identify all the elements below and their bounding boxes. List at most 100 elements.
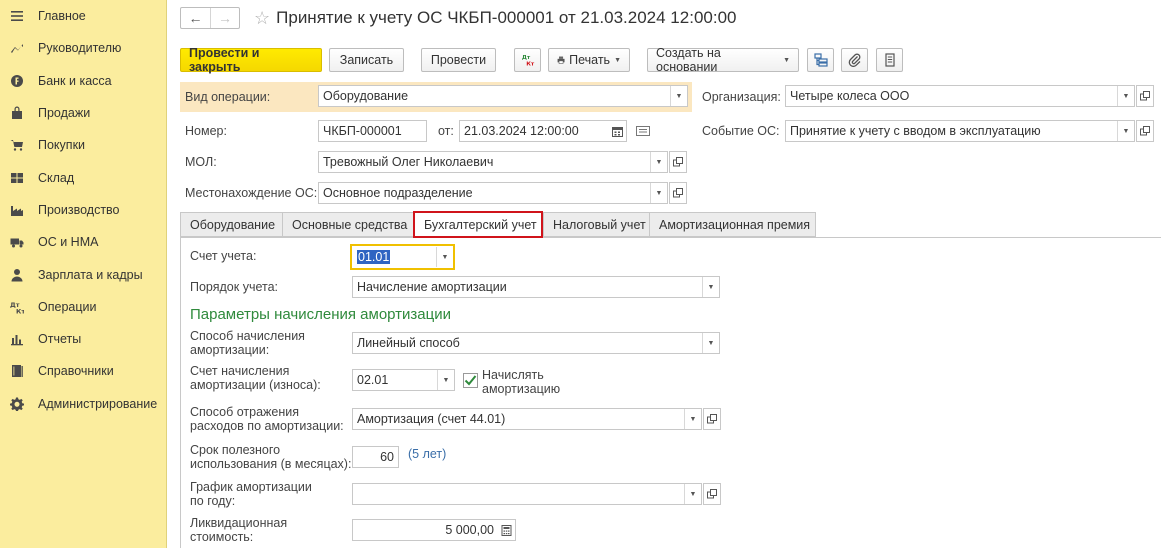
number-input[interactable]: ЧКБП-000001 bbox=[318, 120, 427, 142]
mol-select[interactable]: Тревожный Олег Николаевич ▼ bbox=[318, 151, 668, 173]
gear-icon bbox=[9, 396, 25, 412]
save-button[interactable]: Записать bbox=[329, 48, 404, 72]
date-input[interactable]: 21.03.2024 12:00:00 bbox=[459, 120, 627, 142]
forward-button[interactable]: → bbox=[210, 8, 239, 28]
sidebar-item-label: Банк и касса bbox=[38, 73, 112, 88]
chevron-down-icon[interactable]: ▼ bbox=[650, 152, 667, 172]
sidebar-item-production[interactable]: Производство bbox=[0, 194, 166, 226]
schedule-open-button[interactable] bbox=[703, 483, 721, 505]
tab-tax-accounting[interactable]: Налоговый учет bbox=[543, 212, 649, 237]
structure-button[interactable] bbox=[807, 48, 834, 72]
attach-button[interactable] bbox=[841, 48, 868, 72]
dep-account-select[interactable]: 02.01 ▼ bbox=[352, 369, 455, 391]
print-label: Печать bbox=[569, 53, 611, 67]
method-select[interactable]: Линейный способ ▼ bbox=[352, 332, 720, 354]
chevron-down-icon: ▼ bbox=[614, 56, 621, 64]
location-select[interactable]: Основное подразделение ▼ bbox=[318, 182, 668, 204]
account-select[interactable]: 01.01 ▼ bbox=[350, 244, 455, 270]
sidebar-item-label: Администрирование bbox=[38, 396, 158, 411]
date-label: от: bbox=[438, 124, 454, 138]
useful-life-input[interactable]: 60 bbox=[352, 446, 399, 468]
chevron-down-icon[interactable]: ▼ bbox=[702, 277, 719, 297]
operation-type-value: Оборудование bbox=[323, 89, 409, 103]
expense-select[interactable]: Амортизация (счет 44.01) ▼ bbox=[352, 408, 702, 430]
sidebar-item-reports[interactable]: Отчеты bbox=[0, 323, 166, 355]
chevron-down-icon[interactable]: ▼ bbox=[1117, 86, 1134, 106]
chevron-down-icon[interactable]: ▼ bbox=[437, 370, 454, 390]
method-label-line1: Способ начисления bbox=[190, 329, 305, 343]
mol-open-button[interactable] bbox=[669, 151, 687, 173]
date-value: 21.03.2024 12:00:00 bbox=[464, 124, 579, 138]
expense-open-button[interactable] bbox=[703, 408, 721, 430]
sidebar-item-sales[interactable]: Продажи bbox=[0, 97, 166, 129]
post-and-close-button[interactable]: Провести и закрыть bbox=[180, 46, 322, 74]
title-row: ← → ☆ Принятие к учету ОС ЧКБП-000001 от… bbox=[180, 6, 737, 30]
print-button[interactable]: Печать ▼ bbox=[548, 48, 630, 72]
tab-accounting[interactable]: Бухгалтерский учет bbox=[413, 211, 543, 238]
mol-value: Тревожный Олег Николаевич bbox=[323, 155, 494, 169]
sidebar-item-admin[interactable]: Администрирование bbox=[0, 388, 166, 420]
number-value: ЧКБП-000001 bbox=[323, 124, 402, 138]
organization-select[interactable]: Четыре колеса ООО ▼ bbox=[785, 85, 1135, 107]
sidebar-item-main[interactable]: Главное bbox=[0, 0, 166, 32]
chevron-down-icon[interactable]: ▼ bbox=[684, 484, 701, 504]
tab-depreciation-bonus[interactable]: Амортизационная премия bbox=[649, 212, 816, 237]
sidebar-item-label: ОС и НМА bbox=[38, 235, 99, 250]
chevron-down-icon[interactable]: ▼ bbox=[684, 409, 701, 429]
open-window-icon bbox=[1140, 91, 1150, 101]
sidebar-item-payroll[interactable]: Зарплата и кадры bbox=[0, 258, 166, 290]
event-select[interactable]: Принятие к учету с вводом в эксплуатацию… bbox=[785, 120, 1135, 142]
dt-kt-icon: ДтКт bbox=[9, 299, 25, 315]
charge-depreciation-checkbox[interactable] bbox=[463, 373, 478, 388]
charge-depreciation-label-line1: Начислять bbox=[482, 368, 544, 382]
svg-text:Дт: Дт bbox=[521, 55, 530, 61]
sidebar-item-label: Склад bbox=[38, 170, 75, 185]
useful-life-value: 60 bbox=[380, 450, 394, 464]
event-open-button[interactable] bbox=[1136, 120, 1154, 142]
chevron-down-icon[interactable]: ▼ bbox=[650, 183, 667, 203]
salvage-input[interactable]: 5 000,00 bbox=[352, 519, 516, 541]
tab-fixed-assets[interactable]: Основные средства bbox=[282, 212, 413, 237]
method-value: Линейный способ bbox=[357, 336, 460, 350]
calculator-icon[interactable] bbox=[497, 520, 515, 540]
chevron-down-icon[interactable]: ▼ bbox=[1117, 121, 1134, 141]
location-open-button[interactable] bbox=[669, 182, 687, 204]
mol-label: МОЛ: bbox=[185, 155, 217, 169]
sidebar-item-fixed-assets[interactable]: ОС и НМА bbox=[0, 226, 166, 258]
post-button[interactable]: Провести bbox=[421, 48, 496, 72]
sidebar-item-catalogs[interactable]: Справочники bbox=[0, 355, 166, 387]
procedure-select[interactable]: Начисление амортизации ▼ bbox=[352, 276, 720, 298]
arrow-left-icon: ← bbox=[188, 10, 203, 26]
coin-icon bbox=[9, 73, 25, 89]
sidebar-item-warehouse[interactable]: Склад bbox=[0, 161, 166, 193]
useful-life-label-line2: использования (в месяцах): bbox=[190, 457, 352, 471]
chevron-down-icon[interactable]: ▼ bbox=[436, 247, 453, 267]
expense-label-line2: расходов по амортизации: bbox=[190, 419, 344, 433]
organization-value: Четыре колеса ООО bbox=[790, 89, 910, 103]
dt-kt-button[interactable]: Дт Кт bbox=[514, 48, 541, 72]
truck-icon bbox=[9, 234, 25, 250]
schedule-select[interactable]: ▼ bbox=[352, 483, 702, 505]
organization-label: Организация: bbox=[702, 90, 781, 104]
factory-icon bbox=[9, 202, 25, 218]
favorite-star-icon[interactable]: ☆ bbox=[254, 8, 270, 29]
calendar-icon[interactable] bbox=[608, 121, 626, 141]
create-based-on-button[interactable]: Создать на основании ▼ bbox=[647, 46, 799, 74]
create-based-on-label: Создать на основании bbox=[656, 46, 721, 74]
operation-type-select[interactable]: Оборудование ▼ bbox=[318, 85, 688, 107]
comment-icon[interactable] bbox=[636, 125, 650, 139]
sidebar-item-label: Главное bbox=[38, 9, 86, 24]
chevron-down-icon[interactable]: ▼ bbox=[670, 86, 687, 106]
chevron-down-icon: ▼ bbox=[783, 56, 790, 64]
sidebar-item-bank[interactable]: Банк и касса bbox=[0, 65, 166, 97]
tab-equipment[interactable]: Оборудование bbox=[180, 212, 282, 237]
sidebar-item-purchases[interactable]: Покупки bbox=[0, 129, 166, 161]
printer-icon bbox=[557, 56, 565, 64]
schedule-label-line2: по году: bbox=[190, 494, 236, 508]
back-button[interactable]: ← bbox=[181, 8, 210, 28]
sidebar-item-director[interactable]: Руководителю bbox=[0, 32, 166, 64]
notes-button[interactable] bbox=[876, 48, 903, 72]
sidebar-item-operations[interactable]: Дт Кт Операции bbox=[0, 291, 166, 323]
organization-open-button[interactable] bbox=[1136, 85, 1154, 107]
chevron-down-icon[interactable]: ▼ bbox=[702, 333, 719, 353]
